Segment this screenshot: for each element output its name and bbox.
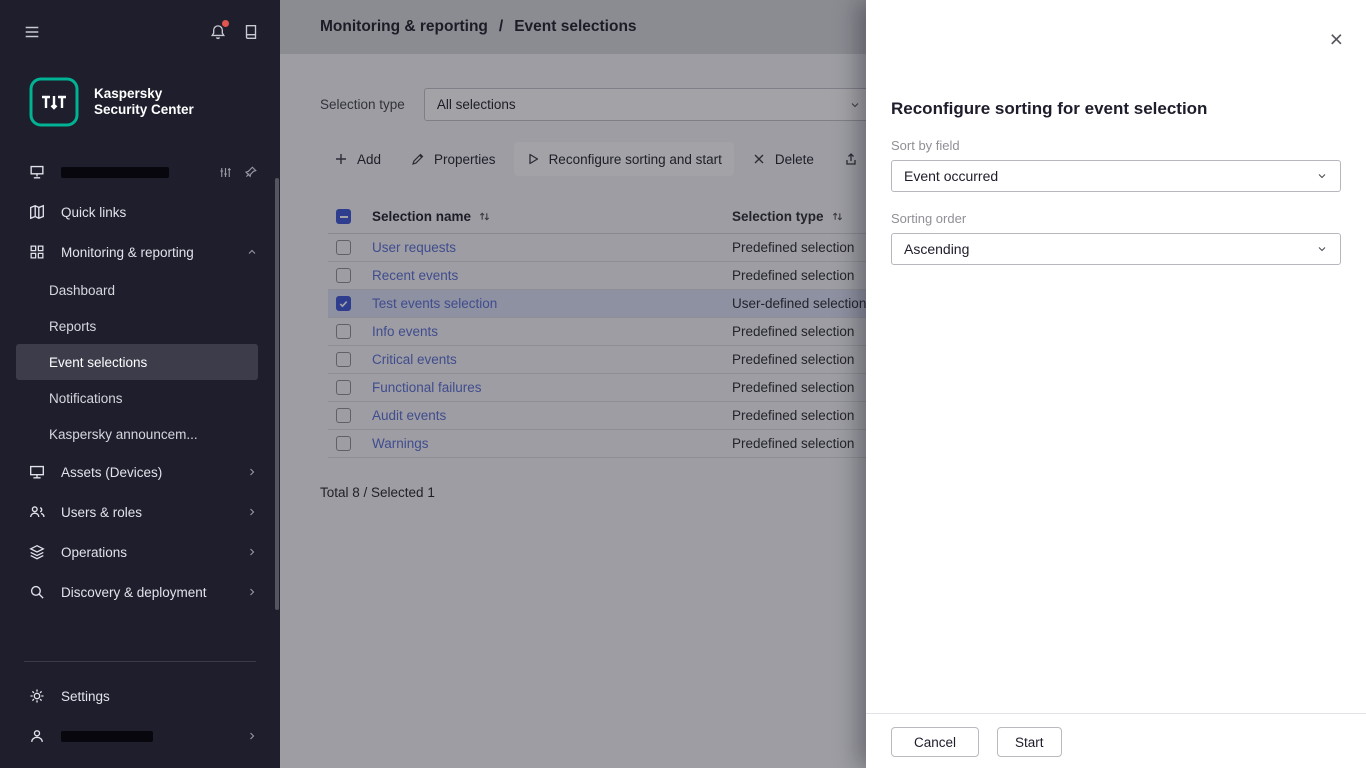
sidebar-item-reports[interactable]: Reports	[0, 308, 280, 344]
monitor-icon	[28, 463, 46, 481]
chevron-down-icon	[1316, 170, 1328, 182]
users-icon	[28, 503, 46, 521]
sidebar-item-user-account[interactable]	[0, 716, 280, 756]
panel-body: Reconfigure sorting for event selection …	[866, 0, 1366, 265]
sidebar-item-label: Operations	[61, 545, 127, 560]
sorting-order-label: Sorting order	[891, 211, 1341, 226]
chevron-right-icon	[246, 586, 258, 598]
app-window: Kaspersky Security Center Quick links Mo…	[0, 0, 1366, 768]
sidebar-subitem-label: Notifications	[49, 391, 123, 406]
sidebar-item-label: Discovery & deployment	[61, 585, 207, 600]
kaspersky-logo-icon	[28, 76, 80, 128]
sidebar-subitem-label: Dashboard	[49, 283, 115, 298]
sidebar-item-users-roles[interactable]: Users & roles	[0, 492, 280, 532]
sidebar-item-kaspersky-announcements[interactable]: Kaspersky announcem...	[0, 416, 280, 452]
server-name-redacted	[61, 167, 169, 178]
layers-icon	[28, 543, 46, 561]
sidebar-nav: Quick links Monitoring & reporting Dashb…	[0, 152, 280, 612]
sliders-icon[interactable]	[218, 165, 233, 180]
sidebar-item-label: Assets (Devices)	[61, 465, 162, 480]
sidebar-bottom: Settings	[0, 647, 280, 768]
notifications-bell-icon[interactable]	[209, 23, 227, 41]
sidebar-item-discovery-deployment[interactable]: Discovery & deployment	[0, 572, 280, 612]
pin-icon[interactable]	[243, 165, 258, 180]
hamburger-menu-icon[interactable]	[23, 23, 41, 41]
sidebar-item-label: Settings	[61, 689, 110, 704]
sidebar-item-quick-links[interactable]: Quick links	[0, 192, 280, 232]
sidebar-top-bar	[0, 0, 280, 64]
user-icon	[28, 727, 46, 745]
logo-line2: Security Center	[94, 102, 194, 118]
chevron-right-icon	[246, 506, 258, 518]
sort-by-field-value: Event occurred	[904, 168, 998, 184]
notification-badge	[222, 20, 229, 27]
sidebar-item-monitoring-reporting[interactable]: Monitoring & reporting	[0, 232, 280, 272]
sidebar-subitem-label: Kaspersky announcem...	[49, 427, 198, 442]
cancel-button[interactable]: Cancel	[891, 727, 979, 757]
sidebar-item-settings[interactable]: Settings	[0, 676, 280, 716]
panel-title: Reconfigure sorting for event selection	[891, 99, 1341, 119]
chevron-down-icon	[1316, 243, 1328, 255]
modal-dim-overlay[interactable]	[280, 0, 866, 768]
username-redacted	[61, 731, 153, 742]
sidebar-item-server[interactable]	[0, 152, 280, 192]
sorting-order-dropdown[interactable]: Ascending	[891, 233, 1341, 265]
chevron-up-icon	[246, 246, 258, 258]
chevron-right-icon	[246, 546, 258, 558]
chevron-right-icon	[246, 730, 258, 742]
gear-icon	[28, 687, 46, 705]
help-book-icon[interactable]	[242, 23, 260, 41]
start-button[interactable]: Start	[997, 727, 1062, 757]
sidebar-item-assets-devices[interactable]: Assets (Devices)	[0, 452, 280, 492]
server-icon	[28, 163, 46, 181]
sort-by-field-dropdown[interactable]: Event occurred	[891, 160, 1341, 192]
sidebar-item-label: Monitoring & reporting	[61, 245, 194, 260]
sidebar-item-label: Users & roles	[61, 505, 142, 520]
map-icon	[28, 203, 46, 221]
sidebar-item-event-selections[interactable]: Event selections	[16, 344, 258, 380]
sidebar-item-dashboard[interactable]: Dashboard	[0, 272, 280, 308]
sorting-order-value: Ascending	[904, 241, 969, 257]
grid-icon	[28, 243, 46, 261]
panel-footer: Cancel Start	[866, 713, 1366, 768]
sidebar-item-label: Quick links	[61, 205, 126, 220]
chevron-right-icon	[246, 466, 258, 478]
close-icon[interactable]: ×	[1330, 28, 1343, 51]
search-icon	[28, 583, 46, 601]
sidebar-item-operations[interactable]: Operations	[0, 532, 280, 572]
logo-line1: Kaspersky	[94, 86, 194, 102]
sort-by-field-label: Sort by field	[891, 138, 1341, 153]
sidebar-subitem-label: Event selections	[49, 355, 147, 370]
sidebar-scrollbar[interactable]	[275, 178, 279, 610]
sidebar: Kaspersky Security Center Quick links Mo…	[0, 0, 280, 768]
sidebar-divider	[24, 661, 256, 662]
reconfigure-sorting-panel: × Reconfigure sorting for event selectio…	[866, 0, 1366, 768]
app-logo: Kaspersky Security Center	[0, 64, 280, 152]
sidebar-subitem-label: Reports	[49, 319, 96, 334]
sidebar-item-notifications[interactable]: Notifications	[0, 380, 280, 416]
